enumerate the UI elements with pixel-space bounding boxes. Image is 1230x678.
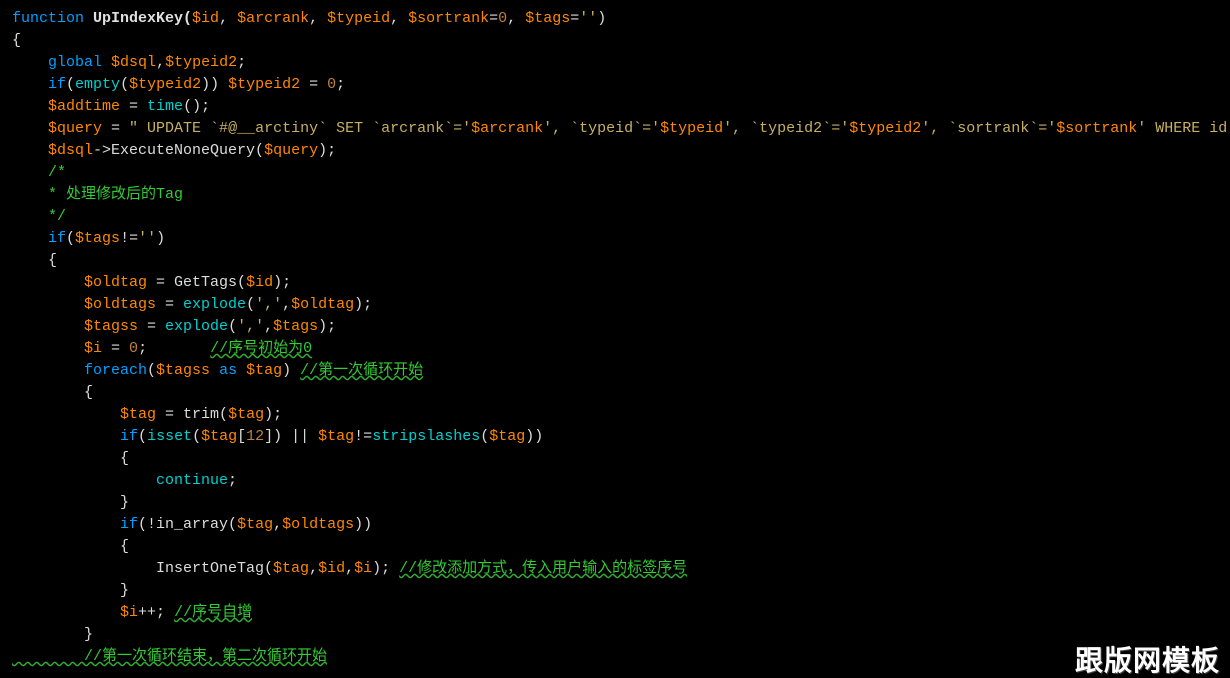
code-line: function UpIndexKey($id, $arcrank, $type…: [12, 8, 1218, 30]
code-line: $oldtags = explode(',',$oldtag);: [12, 294, 1218, 316]
code-line: if(empty($typeid2)) $typeid2 = 0;: [12, 74, 1218, 96]
code-line: * 处理修改后的Tag: [12, 184, 1218, 206]
code-line: $oldtag = GetTags($id);: [12, 272, 1218, 294]
code-line: if($tags!=''): [12, 228, 1218, 250]
code-line: /*: [12, 162, 1218, 184]
code-line: if(isset($tag[12]) || $tag!=stripslashes…: [12, 426, 1218, 448]
code-block: function UpIndexKey($id, $arcrank, $type…: [12, 8, 1218, 668]
code-line: $addtime = time();: [12, 96, 1218, 118]
code-line: {: [12, 250, 1218, 272]
code-line: global $dsql,$typeid2;: [12, 52, 1218, 74]
code-line: {: [12, 536, 1218, 558]
code-line: if(!in_array($tag,$oldtags)): [12, 514, 1218, 536]
code-line: $i++; //序号自增: [12, 602, 1218, 624]
code-line: {: [12, 30, 1218, 52]
code-line: //第一次循环结束，第二次循环开始: [12, 646, 1218, 668]
code-line: {: [12, 382, 1218, 404]
code-line: */: [12, 206, 1218, 228]
code-line: $dsql->ExecuteNoneQuery($query);: [12, 140, 1218, 162]
code-line: $tagss = explode(',',$tags);: [12, 316, 1218, 338]
code-line: $tag = trim($tag);: [12, 404, 1218, 426]
code-line: $query = " UPDATE `#@__arctiny` SET `arc…: [12, 118, 1218, 140]
code-line: }: [12, 492, 1218, 514]
code-line: foreach($tagss as $tag) //第一次循环开始: [12, 360, 1218, 382]
code-line: }: [12, 580, 1218, 602]
code-line: $i = 0; //序号初始为0: [12, 338, 1218, 360]
watermark-text: 跟版网模板: [1075, 650, 1220, 672]
code-line: InsertOneTag($tag,$id,$i); //修改添加方式，传入用户…: [12, 558, 1218, 580]
code-line: continue;: [12, 470, 1218, 492]
code-line: {: [12, 448, 1218, 470]
code-line: }: [12, 624, 1218, 646]
